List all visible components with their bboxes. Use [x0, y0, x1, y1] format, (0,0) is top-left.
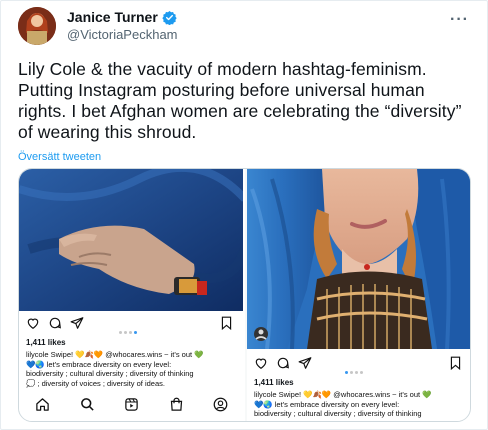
heart-icon[interactable] — [26, 316, 40, 330]
caption-line: lilycole Swipe! 💛🍂🧡 @whocares.wins ~ it'… — [254, 390, 432, 399]
lily-cole-photo — [247, 169, 470, 349]
tweet-card: Janice Turner @VictoriaPeckham ··· Lily … — [0, 0, 488, 430]
heart-icon[interactable] — [254, 356, 268, 370]
caption-line: 💙🌏 let's embrace diversity on every leve… — [254, 399, 400, 409]
bookmark-icon[interactable] — [449, 356, 462, 370]
verified-badge-icon — [162, 10, 177, 25]
instagram-bottom-nav — [19, 395, 243, 417]
more-dots-icon[interactable]: ··· — [450, 11, 469, 29]
post-caption: lilycole Swipe! 💛🍂🧡 @whocares.wins ~ it'… — [254, 390, 468, 419]
carousel-indicator-left — [119, 321, 139, 339]
translate-link[interactable]: Översätt tweeten — [18, 151, 101, 163]
shop-icon[interactable] — [169, 397, 184, 412]
tweet-body: Lily Cole & the vacuity of modern hashta… — [18, 59, 462, 142]
post-caption: lilycole Swipe! 💛🍂🧡 @whocares.wins ~ it'… — [26, 350, 241, 388]
likes-count: 1,411 likes — [254, 378, 294, 387]
comment-icon[interactable] — [48, 316, 62, 330]
home-icon[interactable] — [35, 397, 50, 412]
share-icon[interactable] — [298, 356, 312, 370]
likes-count: 1,411 likes — [26, 338, 66, 347]
caption-line: biodiversity ; cultural diversity ; dive… — [26, 369, 194, 378]
carousel-indicator-right — [345, 361, 365, 379]
author-name[interactable]: Janice Turner — [67, 9, 177, 25]
bookmark-icon[interactable] — [220, 316, 233, 330]
comment-icon[interactable] — [276, 356, 290, 370]
reels-icon[interactable] — [124, 397, 139, 412]
caption-line: biodiversity ; cultural diversity ; dive… — [254, 409, 422, 418]
author-name-text[interactable]: Janice Turner — [67, 9, 158, 25]
profile-icon[interactable] — [213, 397, 228, 412]
burqa-hand-photo — [19, 169, 243, 311]
tweet-media[interactable]: 1,411 likes lilycole Swipe! 💛🍂🧡 @whocare… — [18, 168, 471, 422]
share-icon[interactable] — [70, 316, 84, 330]
media-image-right[interactable]: 1,411 likes lilycole Swipe! 💛🍂🧡 @whocare… — [247, 169, 470, 421]
caption-line: 💭 ; diversity of voices ; diversity of i… — [26, 378, 165, 388]
search-icon[interactable] — [80, 397, 95, 412]
post-actions-left — [19, 316, 243, 334]
author-handle[interactable]: @VictoriaPeckham — [67, 27, 178, 42]
caption-line: lilycole Swipe! 💛🍂🧡 @whocares.wins ~ it'… — [26, 350, 204, 359]
post-actions-right — [247, 356, 470, 374]
caption-line: 💙🌏 let's embrace diversity on every leve… — [26, 359, 172, 369]
avatar[interactable] — [18, 7, 56, 45]
media-image-left[interactable]: 1,411 likes lilycole Swipe! 💛🍂🧡 @whocare… — [19, 169, 245, 421]
